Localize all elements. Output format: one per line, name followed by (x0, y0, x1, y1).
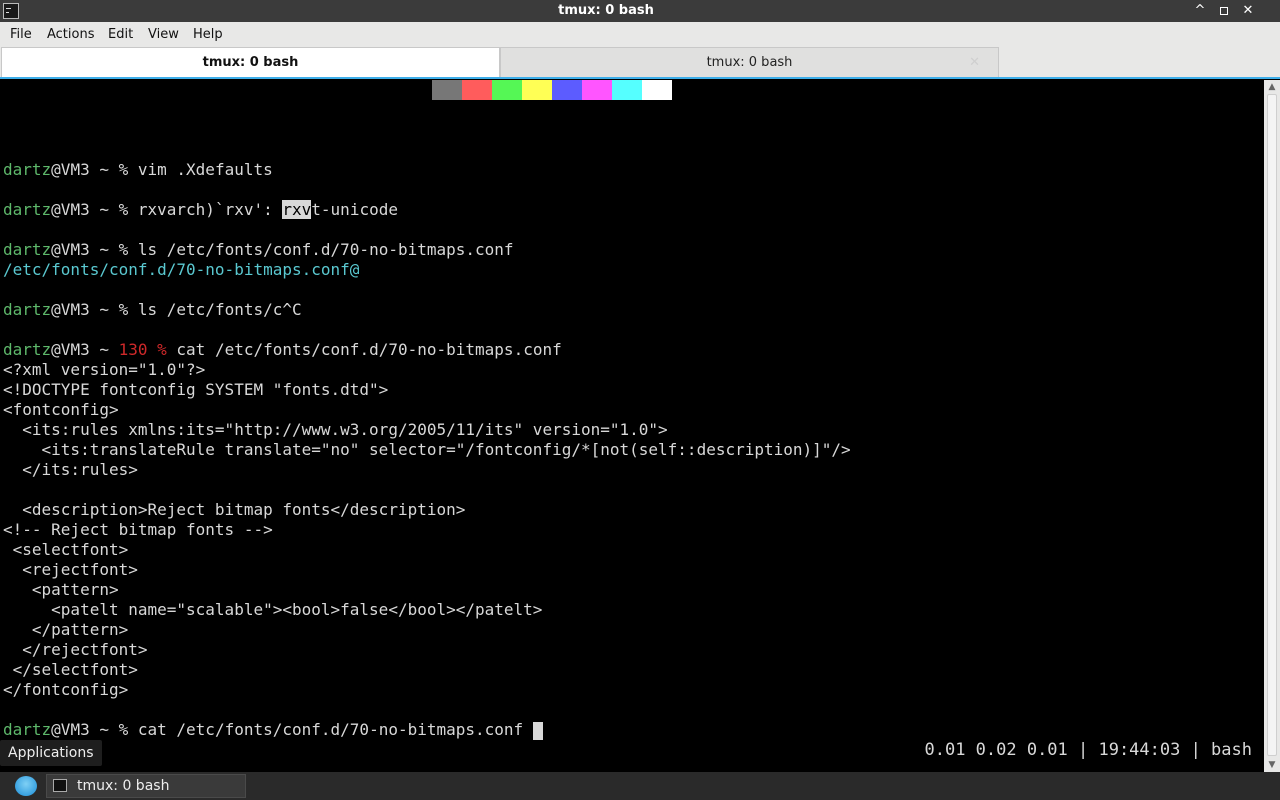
terminal-output: <fontconfig> (3, 400, 119, 419)
prompt-host: @VM3 ~ % (51, 720, 138, 739)
terminal-output: </fontconfig> (3, 680, 129, 699)
taskbar-task-tmux[interactable]: tmux: 0 bash (46, 774, 246, 798)
tab-bar: tmux: 0 bash tmux: 0 bash ✕ (0, 46, 1280, 79)
terminal-output: <its:translateRule translate="no" select… (3, 440, 851, 459)
terminal-output: <!DOCTYPE fontconfig SYSTEM "fonts.dtd"> (3, 380, 389, 399)
window-title: tmux: 0 bash (558, 3, 654, 18)
menu-help[interactable]: Help (193, 27, 223, 42)
terminal-output: <pattern> (3, 580, 119, 599)
terminal-line: dartz@VM3 ~ % vim .Xdefaults (3, 160, 273, 180)
terminal-output: <description>Reject bitmap fonts</descri… (3, 500, 466, 519)
command-text: cat /etc/fonts/conf.d/70-no-bitmaps.conf (137, 720, 533, 739)
command-text: ls /etc/fonts/c^C (137, 300, 302, 319)
applications-tooltip: Applications (0, 740, 102, 766)
terminal-line: dartz@VM3 ~ % cat /etc/fonts/conf.d/70-n… (3, 720, 543, 740)
prompt-host: @VM3 ~ % (51, 240, 138, 259)
terminal-line: dartz@VM3 ~ 130 % cat /etc/fonts/conf.d/… (3, 340, 562, 360)
terminal-line: dartz@VM3 ~ % rxvarch)`rxv': rxvt-unicod… (3, 200, 398, 220)
terminal-line: dartz@VM3 ~ % ls /etc/fonts/conf.d/70-no… (3, 240, 514, 260)
command-text: t-unicode (311, 200, 398, 219)
menu-edit[interactable]: Edit (108, 27, 133, 42)
palette-swatch (582, 80, 612, 100)
terminal-line: dartz@VM3 ~ % ls /etc/fonts/c^C (3, 300, 302, 320)
restore-button[interactable] (1214, 1, 1234, 21)
tab-label: tmux: 0 bash (202, 55, 299, 70)
palette-swatch (432, 80, 462, 100)
selected-text[interactable]: rxv (282, 200, 312, 219)
prompt-user: dartz (3, 160, 52, 179)
tab-tmux-2[interactable]: tmux: 0 bash ✕ (500, 47, 999, 78)
terminal-output: </its:rules> (3, 460, 138, 479)
prompt-host: @VM3 ~ % (51, 200, 138, 219)
application-menu-icon[interactable] (15, 776, 37, 796)
prompt-user: dartz (3, 300, 52, 319)
command-text: ls /etc/fonts/conf.d/70-no-bitmaps.conf (137, 240, 514, 259)
prompt-host: @VM3 ~ % (51, 160, 138, 179)
menu-actions[interactable]: Actions (47, 27, 95, 42)
text-cursor (532, 721, 543, 740)
terminal-output: </selectfont> (3, 660, 138, 679)
task-label: tmux: 0 bash (77, 778, 170, 794)
terminal-icon (53, 779, 67, 792)
maximize-icon (1220, 6, 1228, 15)
command-text: cat /etc/fonts/conf.d/70-no-bitmaps.conf (166, 340, 562, 359)
prompt-host: @VM3 ~ % (51, 300, 138, 319)
taskbar: tmux: 0 bash (0, 772, 1280, 800)
tab-close-icon[interactable]: ✕ (969, 48, 980, 77)
exit-code: 130 % (118, 340, 167, 359)
menubar: File Actions Edit View Help (0, 22, 1280, 46)
command-text: rxvarch)`rxv': (137, 200, 283, 219)
minimize-button[interactable]: ^ (1190, 1, 1210, 21)
scrollbar-thumb[interactable] (1267, 94, 1277, 756)
tmux-status-line: 0.01 0.02 0.01 | 19:44:03 | bash (924, 740, 1252, 760)
active-tab-indicator (0, 77, 1280, 79)
scroll-down-icon[interactable]: ▼ (1264, 760, 1280, 770)
window-titlebar: tmux: 0 bash ^ ✕ (0, 0, 1280, 22)
terminal-output: <!-- Reject bitmap fonts --> (3, 520, 273, 539)
terminal-output: <patelt name="scalable"><bool>false</boo… (3, 600, 543, 619)
command-text: vim .Xdefaults (137, 160, 273, 179)
close-window-button[interactable]: ✕ (1238, 1, 1258, 21)
tab-label: tmux: 0 bash (706, 55, 793, 70)
terminal-output: <?xml version="1.0"?> (3, 360, 206, 379)
palette-swatch (522, 80, 552, 100)
prompt-user: dartz (3, 240, 52, 259)
terminal-output: </rejectfont> (3, 640, 148, 659)
menu-view[interactable]: View (148, 27, 179, 42)
prompt-user: dartz (3, 200, 52, 219)
scroll-up-icon[interactable]: ▲ (1264, 82, 1280, 92)
palette-swatch (492, 80, 522, 100)
terminal-view[interactable]: dartz@VM3 ~ % vim .Xdefaults dartz@VM3 ~… (2, 80, 1264, 772)
prompt-user: dartz (3, 340, 52, 359)
palette-swatch (642, 80, 672, 100)
terminal-output: <its:rules xmlns:its="http://www.w3.org/… (3, 420, 668, 439)
prompt-user: dartz (3, 720, 52, 739)
menu-file[interactable]: File (10, 27, 32, 42)
close-icon: ✕ (1242, 3, 1254, 18)
terminal-output: <rejectfont> (3, 560, 138, 579)
terminal-output: /etc/fonts/conf.d/70-no-bitmaps.conf@ (3, 260, 360, 279)
palette-swatch (552, 80, 582, 100)
palette-swatch (462, 80, 492, 100)
tab-tmux-1[interactable]: tmux: 0 bash (1, 47, 500, 78)
palette-swatch (612, 80, 642, 100)
terminal-scrollbar[interactable]: ▲ ▼ (1264, 80, 1280, 772)
terminal-output: </pattern> (3, 620, 129, 639)
terminal-output: <selectfont> (3, 540, 129, 559)
prompt-host: @VM3 ~ (51, 340, 119, 359)
